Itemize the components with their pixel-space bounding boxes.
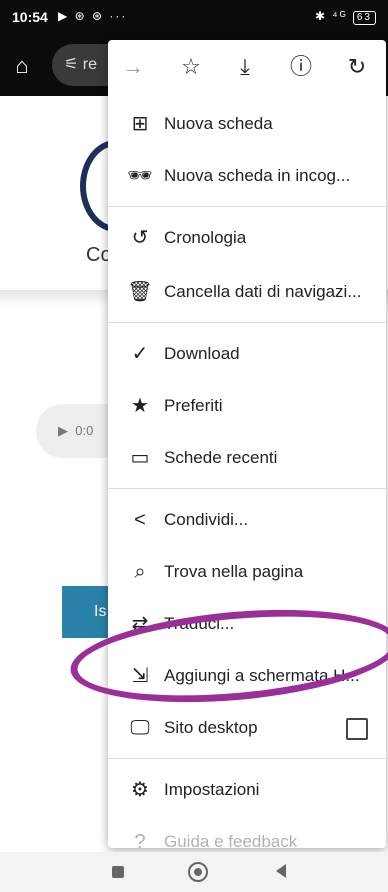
status-bar: 10:54 ▶ ⊛ ⊛ ··· ✱ ⁴ᴳ 63: [0, 0, 388, 36]
signal-icons: ✱ ⁴ᴳ: [315, 9, 348, 23]
incognito-icon: 🕶: [127, 165, 153, 187]
menu-divider: [108, 488, 386, 489]
desktop-site-checkbox[interactable]: [346, 718, 368, 740]
menu-item-label: Guida e feedback: [164, 832, 298, 848]
history-icon: ↺: [131, 227, 149, 249]
star-icon: ★: [131, 395, 149, 417]
download-page-icon[interactable]: ⤓: [230, 52, 260, 82]
menu-item-label: Impostazioni: [164, 780, 260, 799]
url-text: re: [82, 56, 98, 73]
share-icon: <: [134, 509, 146, 531]
menu-item-find-in-page[interactable]: ⌕ Trova nella pagina: [108, 546, 386, 598]
menu-item-help[interactable]: ? Guida e feedback: [108, 816, 386, 848]
status-right-icons: ✱ ⁴ᴳ 63: [315, 9, 376, 25]
status-notification-icons: ▶ ⊛ ⊛ ···: [58, 9, 128, 23]
menu-item-download[interactable]: ✓ Download: [108, 328, 386, 380]
browser-overflow-menu: → ☆ ⤓ ⓘ ↻ ⊞ Nuova scheda 🕶 Nuova scheda …: [108, 40, 386, 848]
settings-icon: ⚙: [131, 779, 149, 801]
find-in-page-icon: ⌕: [134, 561, 146, 583]
menu-item-desktop-site[interactable]: 🖵 Sito desktop: [108, 702, 386, 754]
audio-time: 0:0: [75, 423, 94, 438]
forward-icon[interactable]: →: [118, 52, 148, 82]
menu-item-label: Trova nella pagina: [164, 562, 304, 581]
menu-item-label: Download: [164, 344, 240, 363]
menu-item-bookmarks[interactable]: ★ Preferiti: [108, 380, 386, 432]
info-icon[interactable]: ⓘ: [286, 52, 316, 82]
trash-icon: 🗑: [127, 281, 153, 303]
menu-item-label: Nuova scheda: [164, 114, 273, 133]
menu-item-settings[interactable]: ⚙ Impostazioni: [108, 764, 386, 816]
menu-item-label: Nuova scheda in incog...: [164, 166, 351, 185]
new-tab-icon: ⊞: [131, 113, 149, 135]
menu-item-new-tab[interactable]: ⊞ Nuova scheda: [108, 98, 386, 150]
menu-item-label: Condividi...: [164, 510, 249, 529]
help-icon: ?: [134, 831, 146, 848]
menu-item-label: Cancella dati di navigazi...: [164, 282, 362, 301]
menu-divider: [108, 206, 386, 207]
menu-item-label: Cronologia: [164, 228, 247, 247]
system-nav-bar: [0, 852, 388, 892]
status-time: 10:54: [12, 9, 48, 25]
desktop-icon: 🖵: [130, 717, 150, 739]
menu-item-history[interactable]: ↺ Cronologia: [108, 212, 386, 264]
recents-icon[interactable]: [112, 866, 124, 878]
battery-icon: 63: [352, 11, 376, 25]
menu-top-row: → ☆ ⤓ ⓘ ↻: [108, 40, 386, 92]
site-settings-icon[interactable]: ⚟: [64, 56, 78, 73]
home-nav-icon[interactable]: [188, 862, 208, 882]
menu-item-clear-data[interactable]: 🗑 Cancella dati di navigazi...: [108, 266, 386, 318]
menu-item-label: Schede recenti: [164, 448, 278, 467]
reload-icon[interactable]: ↻: [342, 52, 372, 82]
menu-divider: [108, 322, 386, 323]
menu-item-share[interactable]: < Condividi...: [108, 494, 386, 546]
home-icon[interactable]: ⌂: [8, 52, 36, 80]
menu-item-label: Sito desktop: [164, 718, 258, 737]
menu-item-label: Preferiti: [164, 396, 223, 415]
bookmark-star-icon[interactable]: ☆: [176, 52, 206, 82]
menu-item-incognito[interactable]: 🕶 Nuova scheda in incog...: [108, 150, 386, 202]
menu-divider: [108, 758, 386, 759]
page-button-label: Is: [94, 603, 107, 620]
back-icon[interactable]: [276, 864, 286, 878]
download-check-icon: ✓: [131, 343, 149, 365]
recent-tabs-icon: ▭: [130, 447, 150, 469]
menu-item-recent-tabs[interactable]: ▭ Schede recenti: [108, 432, 386, 484]
